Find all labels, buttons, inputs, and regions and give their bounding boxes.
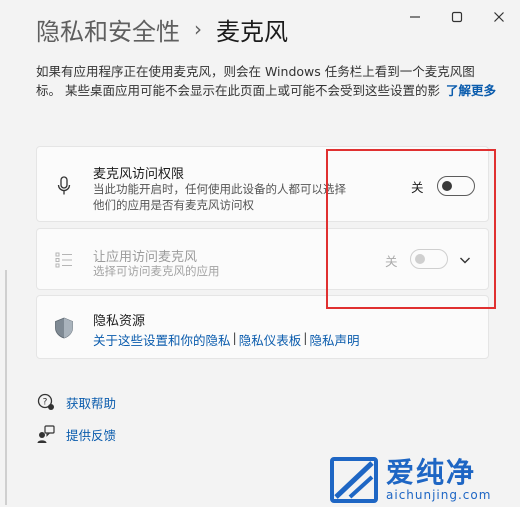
mic-access-title: 麦克风访问权限 [93,167,185,182]
get-help-label: 获取帮助 [66,395,117,411]
shield-icon [53,317,75,339]
privacy-link-statement[interactable]: 隐私声明 [309,330,359,349]
feedback-label: 提供反馈 [66,427,117,443]
mic-access-description: 当此功能开启时，任何使用此设备的人都可以选择他们的应用是否有麦克风访问权 [93,182,346,212]
microphone-icon [53,175,75,197]
get-help-link[interactable]: ? 获取帮助 [36,392,116,412]
window-controls [394,0,520,34]
intro-description: 如果有应用程序正在使用麦克风，则会在 Windows 任务栏上看到一个麦克风图标… [36,64,475,98]
watermark-url: aichunjing.com [386,488,492,502]
help-chat-icon: ? [37,393,54,410]
intro-text: 如果有应用程序正在使用麦克风，则会在 Windows 任务栏上看到一个麦克风图标… [36,62,496,100]
svg-text:?: ? [43,398,48,408]
minimize-button[interactable] [394,0,436,34]
maximize-icon [451,11,463,23]
privacy-resources-title: 隐私资源 [93,314,146,329]
watermark-text: 爱纯净 aichunjing.com [386,456,492,503]
page-title: 麦克风 [216,17,288,46]
breadcrumb: 隐私和安全性 › 麦克风 [36,12,288,46]
watermark-brand: 爱纯净 [386,456,477,489]
privacy-link-about[interactable]: 关于这些设置和你的隐私 [93,330,231,349]
close-button[interactable] [478,0,520,34]
close-icon [494,12,504,22]
nav-rail-edge [5,270,7,505]
learn-more-link[interactable]: 了解更多 [446,83,496,98]
privacy-links: 关于这些设置和你的隐私 | 隐私仪表板 | 隐私声明 [93,330,359,349]
link-separator: | [303,330,308,345]
privacy-link-dashboard[interactable]: 隐私仪表板 [239,330,302,349]
feedback-icon [37,425,55,443]
link-separator: | [232,330,237,345]
app-list-icon [53,249,75,271]
feedback-link[interactable]: 提供反馈 [36,424,116,444]
breadcrumb-separator: › [194,17,202,41]
breadcrumb-parent[interactable]: 隐私和安全性 [36,12,180,47]
highlight-annotation [326,149,496,309]
minimize-icon [410,16,420,18]
maximize-button[interactable] [436,0,478,34]
watermark: 爱纯净 aichunjing.com [330,455,518,505]
app-access-description: 选择可访问麦克风的应用 [93,264,220,278]
watermark-logo-icon [330,457,378,503]
